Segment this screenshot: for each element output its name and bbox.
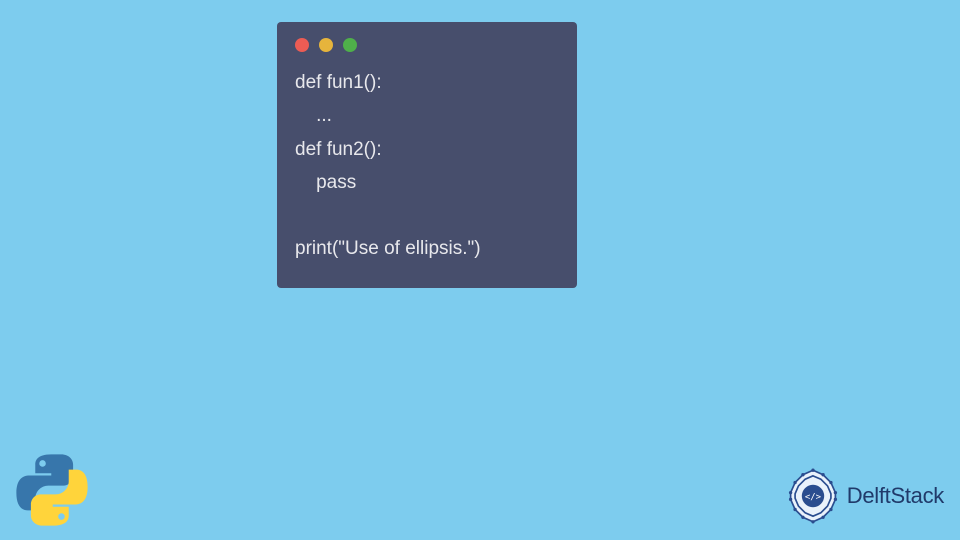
minimize-icon xyxy=(319,38,333,52)
code-window: def fun1(): ... def fun2(): pass print("… xyxy=(277,22,577,288)
maximize-icon xyxy=(343,38,357,52)
delftstack-logo-icon: </> xyxy=(785,468,841,524)
python-logo-icon xyxy=(12,450,92,530)
window-controls xyxy=(295,38,559,52)
close-icon xyxy=(295,38,309,52)
delftstack-label: DelftStack xyxy=(847,483,944,509)
code-content: def fun1(): ... def fun2(): pass print("… xyxy=(295,66,559,266)
svg-text:</>: </> xyxy=(805,492,821,502)
delftstack-badge: </> DelftStack xyxy=(785,468,944,524)
